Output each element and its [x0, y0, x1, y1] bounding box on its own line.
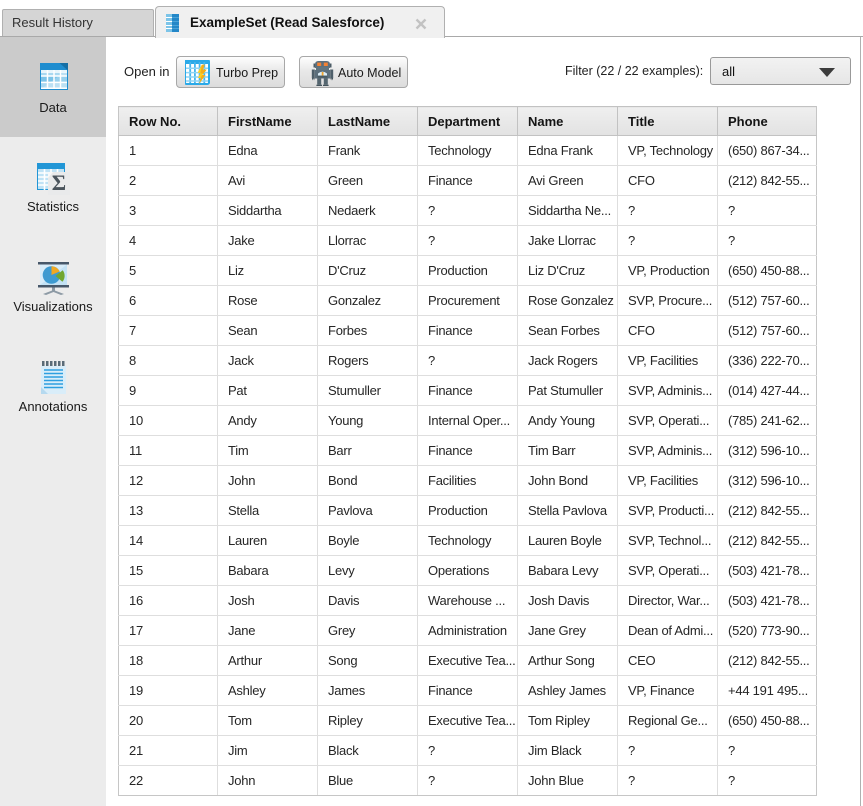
svg-text:Σ: Σ: [52, 170, 66, 195]
